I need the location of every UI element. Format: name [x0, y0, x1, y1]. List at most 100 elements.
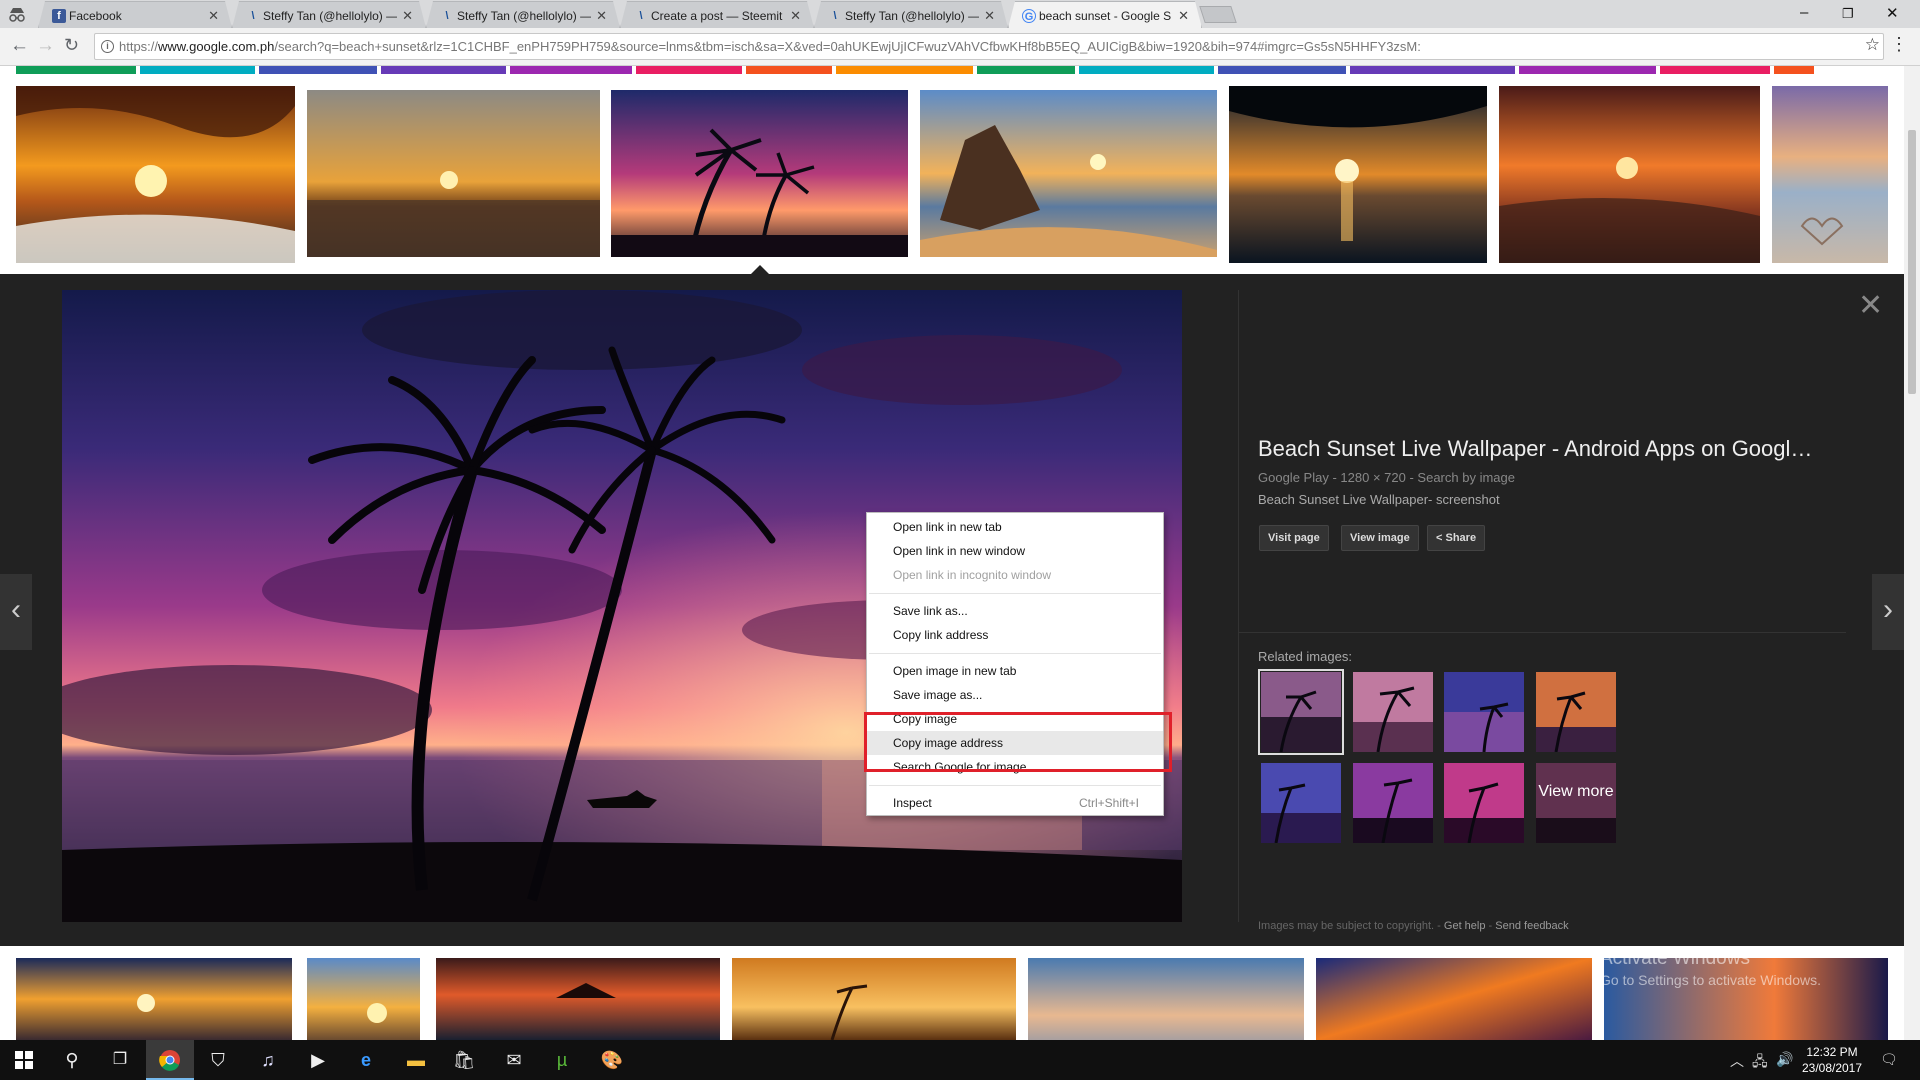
color-filter-chip[interactable]	[746, 66, 832, 74]
restore-icon[interactable]: ❐	[1842, 6, 1854, 22]
image-title[interactable]: Beach Sunset Live Wallpaper - Android Ap…	[1258, 436, 1838, 462]
menu-item-inspect[interactable]: Inspect Ctrl+Shift+I	[867, 791, 1163, 815]
edge-icon[interactable]: e	[342, 1040, 390, 1080]
network-icon[interactable]: 🖧	[1752, 1051, 1768, 1075]
result-thumbnail[interactable]	[920, 90, 1217, 257]
system-clock[interactable]: 12:32 PM 23/08/2017	[1800, 1044, 1864, 1076]
color-filter-chip[interactable]	[1660, 66, 1770, 74]
color-filter-chip[interactable]	[1218, 66, 1346, 74]
tray-expand-icon[interactable]: ︿	[1730, 1051, 1744, 1071]
color-filter-chip[interactable]	[259, 66, 377, 74]
app-icon[interactable]: ▶	[294, 1040, 342, 1080]
utorrent-icon[interactable]: µ	[538, 1040, 586, 1080]
scrollbar-thumb[interactable]	[1908, 130, 1916, 394]
related-image[interactable]	[1261, 763, 1341, 843]
result-thumbnail[interactable]	[16, 86, 295, 263]
previous-image-button[interactable]: ‹	[0, 574, 32, 650]
view-image-button[interactable]: View image	[1341, 525, 1419, 551]
menu-item-copy-image-address[interactable]: Copy image address	[867, 731, 1163, 755]
color-filter-chip[interactable]	[381, 66, 506, 74]
result-thumbnail[interactable]	[436, 958, 720, 1040]
next-image-button[interactable]: ›	[1872, 574, 1904, 650]
tab-close-icon[interactable]: ✕	[596, 8, 607, 24]
tab-close-icon[interactable]: ✕	[790, 8, 801, 24]
result-thumbnail[interactable]	[16, 958, 292, 1040]
menu-item-copy-link-address[interactable]: Copy link address	[867, 623, 1163, 647]
color-filter-chip[interactable]	[140, 66, 255, 74]
related-images-label: Related images:	[1258, 649, 1352, 664]
start-button[interactable]	[0, 1040, 48, 1080]
visit-page-button[interactable]: Visit page	[1259, 525, 1329, 551]
get-help-link[interactable]: Get help	[1444, 920, 1486, 932]
minimize-icon[interactable]: –	[1800, 4, 1808, 21]
page-scrollbar[interactable]	[1904, 66, 1920, 1040]
search-by-image-link[interactable]: Search by image	[1417, 470, 1515, 485]
result-thumbnail[interactable]	[1229, 86, 1487, 263]
related-image[interactable]	[1258, 669, 1344, 755]
color-filter-chip[interactable]	[510, 66, 632, 74]
share-button[interactable]: < Share	[1427, 525, 1486, 551]
tab-steemit-profile-2[interactable]: \ Steffy Tan (@hellolylo) — ✕	[426, 1, 620, 28]
color-filter-chip[interactable]	[16, 66, 136, 74]
tab-steemit-profile-3[interactable]: \ Steffy Tan (@hellolylo) — ✕	[814, 1, 1008, 28]
notifications-icon[interactable]: 🗨	[1880, 1051, 1898, 1068]
close-window-icon[interactable]: ✕	[1886, 4, 1899, 22]
related-image[interactable]	[1444, 763, 1524, 843]
itunes-icon[interactable]: ♫	[244, 1040, 292, 1080]
result-thumbnail-selected[interactable]	[611, 90, 908, 257]
chrome-icon[interactable]	[146, 1040, 194, 1080]
tab-google-images[interactable]: G beach sunset - Google S ✕	[1008, 1, 1202, 28]
result-thumbnail[interactable]	[1316, 958, 1592, 1040]
menu-item-open-image-new-tab[interactable]: Open image in new tab	[867, 659, 1163, 683]
result-thumbnail[interactable]	[1028, 958, 1304, 1040]
menu-item-save-link-as[interactable]: Save link as...	[867, 599, 1163, 623]
bookmark-star-icon[interactable]: ☆	[1865, 35, 1880, 55]
shield-app-icon[interactable]: ⛉	[194, 1040, 242, 1080]
tab-close-icon[interactable]: ✕	[1178, 8, 1189, 24]
close-detail-icon[interactable]: ✕	[1858, 288, 1883, 323]
file-explorer-icon[interactable]: ▬	[392, 1040, 440, 1080]
related-image[interactable]	[1353, 672, 1433, 752]
paint-icon[interactable]: 🎨	[588, 1040, 636, 1080]
menu-item-search-google-for-image[interactable]: Search Google for image	[867, 755, 1163, 779]
reload-icon[interactable]: ↻	[64, 35, 79, 56]
color-filter-chip[interactable]	[1774, 66, 1814, 74]
tab-create-post[interactable]: \ Create a post — Steemit ✕	[620, 1, 814, 28]
tab-close-icon[interactable]: ✕	[402, 8, 413, 24]
tab-close-icon[interactable]: ✕	[984, 8, 995, 24]
mail-icon[interactable]: ✉	[490, 1040, 538, 1080]
color-filter-chip[interactable]	[1519, 66, 1656, 74]
result-thumbnail[interactable]	[307, 90, 600, 257]
result-thumbnail[interactable]	[1772, 86, 1888, 263]
color-filter-chip[interactable]	[1350, 66, 1515, 74]
tab-facebook[interactable]: f Facebook ✕	[38, 1, 232, 28]
result-thumbnail[interactable]	[1499, 86, 1760, 263]
tab-close-icon[interactable]: ✕	[208, 8, 219, 24]
send-feedback-link[interactable]: Send feedback	[1495, 920, 1568, 932]
forward-icon[interactable]: →	[36, 35, 55, 57]
tab-steemit-profile-1[interactable]: \ Steffy Tan (@hellolylo) — ✕	[232, 1, 426, 28]
task-view-icon[interactable]: ❐	[96, 1040, 144, 1080]
related-image[interactable]	[1536, 672, 1616, 752]
browser-menu-icon[interactable]: ⋮	[1890, 34, 1908, 55]
menu-item-copy-image[interactable]: Copy image	[867, 707, 1163, 731]
info-icon[interactable]: i	[101, 40, 114, 53]
menu-item-save-image-as[interactable]: Save image as...	[867, 683, 1163, 707]
related-image[interactable]	[1444, 672, 1524, 752]
store-icon[interactable]: 🛍	[440, 1040, 488, 1080]
related-image-view-more[interactable]: View more	[1536, 763, 1616, 843]
color-filter-chip[interactable]	[636, 66, 742, 74]
volume-icon[interactable]: 🔊	[1776, 1051, 1793, 1068]
color-filter-chip[interactable]	[1079, 66, 1214, 74]
new-tab-button[interactable]	[1199, 6, 1237, 23]
back-icon[interactable]: ←	[10, 35, 29, 57]
menu-item-open-link-new-tab[interactable]: Open link in new tab	[867, 515, 1163, 539]
menu-item-open-link-new-window[interactable]: Open link in new window	[867, 539, 1163, 563]
color-filter-chip[interactable]	[836, 66, 973, 74]
result-thumbnail[interactable]	[732, 958, 1016, 1040]
related-image[interactable]	[1353, 763, 1433, 843]
color-filter-chip[interactable]	[977, 66, 1075, 74]
search-icon[interactable]: ⚲	[48, 1040, 96, 1080]
address-bar[interactable]: i https://www.google.com.ph/search?q=bea…	[94, 33, 1884, 60]
result-thumbnail[interactable]	[307, 958, 420, 1040]
